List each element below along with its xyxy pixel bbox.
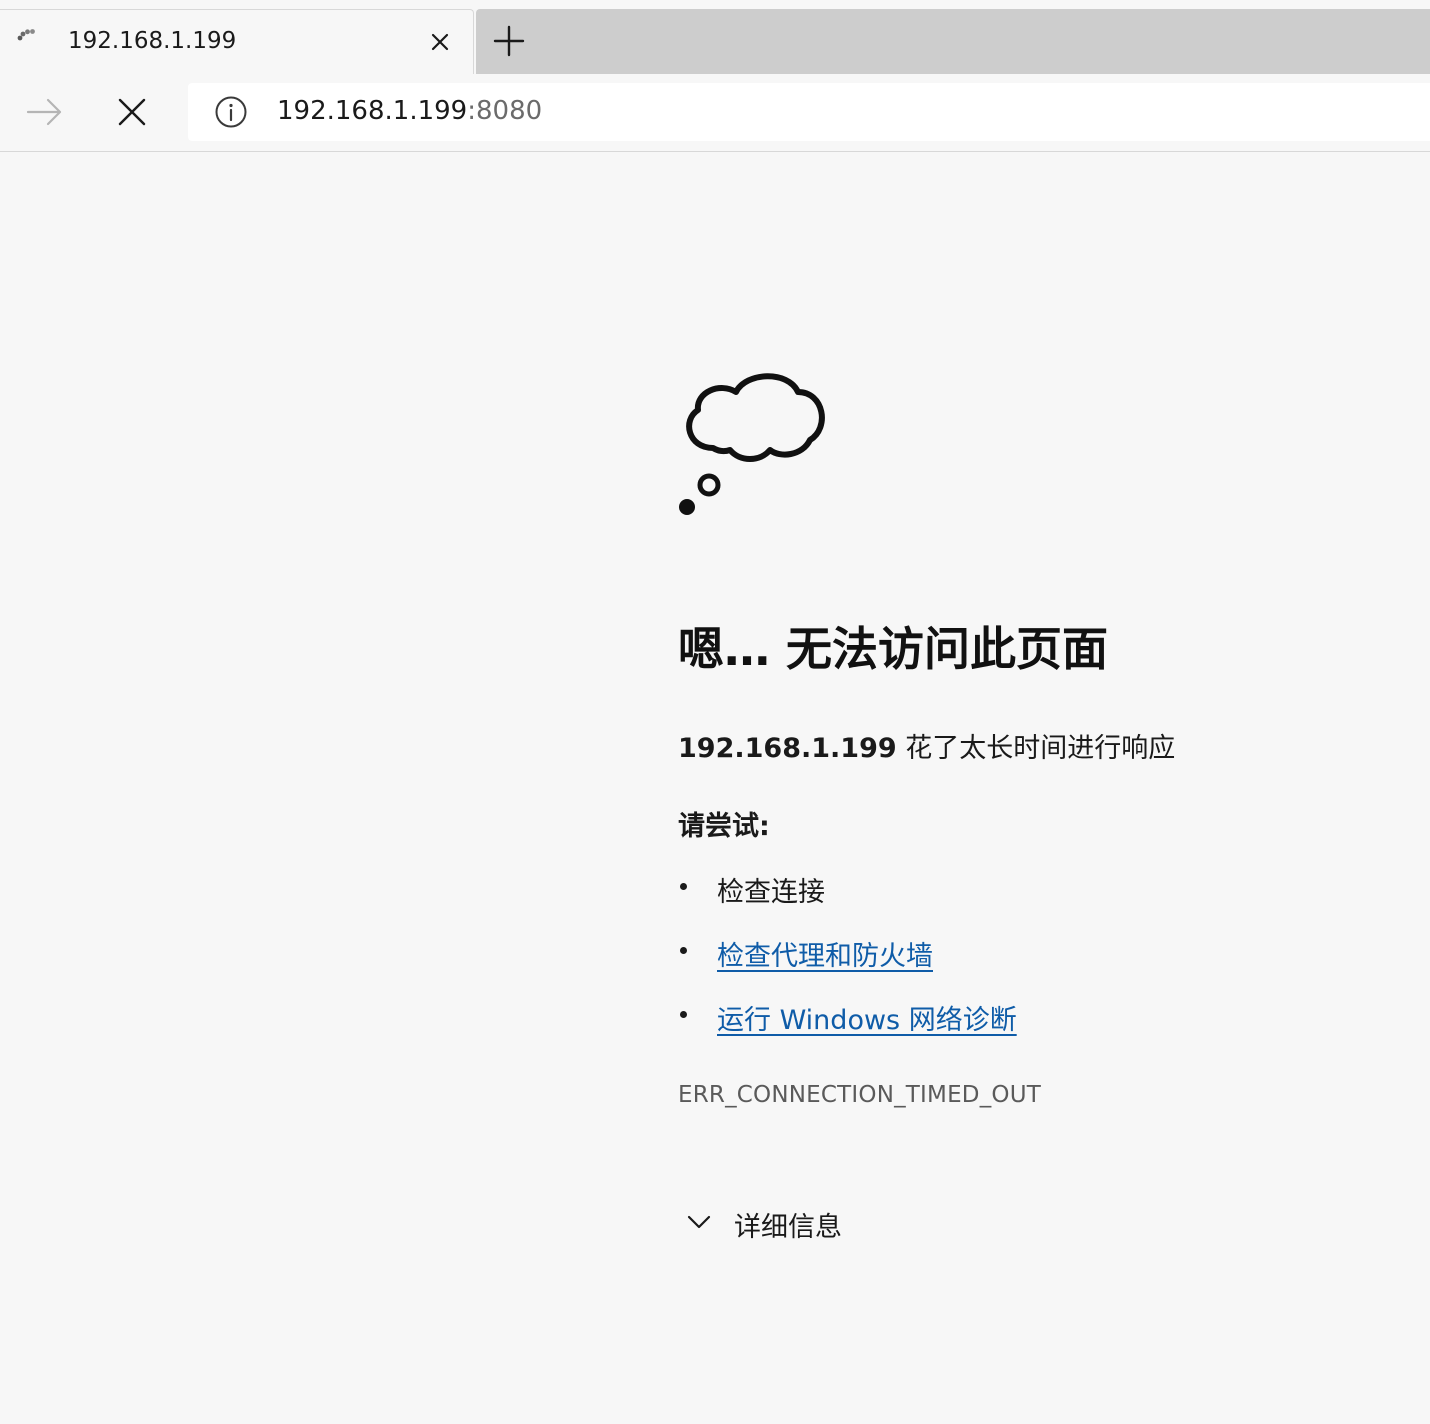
loading-spinner-icon: [17, 29, 35, 41]
url-text[interactable]: 192.168.1.199:8080: [277, 96, 542, 126]
tab-title: 192.168.1.199: [68, 28, 237, 54]
address-bar[interactable]: 192.168.1.199:8080: [188, 83, 1430, 141]
plus-icon[interactable]: [490, 22, 528, 60]
details-label: 详细信息: [734, 1212, 842, 1243]
active-tab[interactable]: 192.168.1.199: [0, 9, 474, 74]
chevron-down-icon: [687, 1215, 711, 1229]
details-button[interactable]: 详细信息: [678, 1202, 878, 1243]
url-port: :8080: [467, 96, 543, 126]
arrow-right-icon[interactable]: [22, 92, 66, 132]
bullet-icon: [680, 947, 687, 954]
toolbar: 192.168.1.199:8080: [0, 74, 1430, 152]
stop-loading-button[interactable]: [110, 92, 154, 132]
url-host: 192.168.1.199: [277, 96, 468, 126]
error-host: 192.168.1.199: [678, 733, 897, 764]
bullet-icon: [680, 1011, 687, 1018]
error-code: ERR_CONNECTION_TIMED_OUT: [678, 1082, 1042, 1108]
suggestion-check-connection: 检查连接: [717, 877, 825, 908]
check-proxy-firewall-link[interactable]: 检查代理和防火墙: [717, 934, 933, 973]
info-icon[interactable]: [214, 95, 248, 129]
try-label: 请尝试:: [678, 811, 770, 842]
tab-strip: 192.168.1.199: [0, 0, 1430, 74]
error-description: 192.168.1.199 花了太长时间进行响应: [678, 726, 1175, 765]
close-icon[interactable]: [426, 28, 454, 56]
thought-cloud-icon: [679, 373, 825, 515]
tab-strip-background: [476, 9, 1430, 74]
bullet-icon: [680, 883, 687, 890]
error-description-text: 花了太长时间进行响应: [896, 733, 1176, 764]
page-title: 嗯… 无法访问此页面: [678, 622, 1109, 676]
network-diagnostics-link[interactable]: 运行 Windows 网络诊断: [717, 998, 1017, 1037]
